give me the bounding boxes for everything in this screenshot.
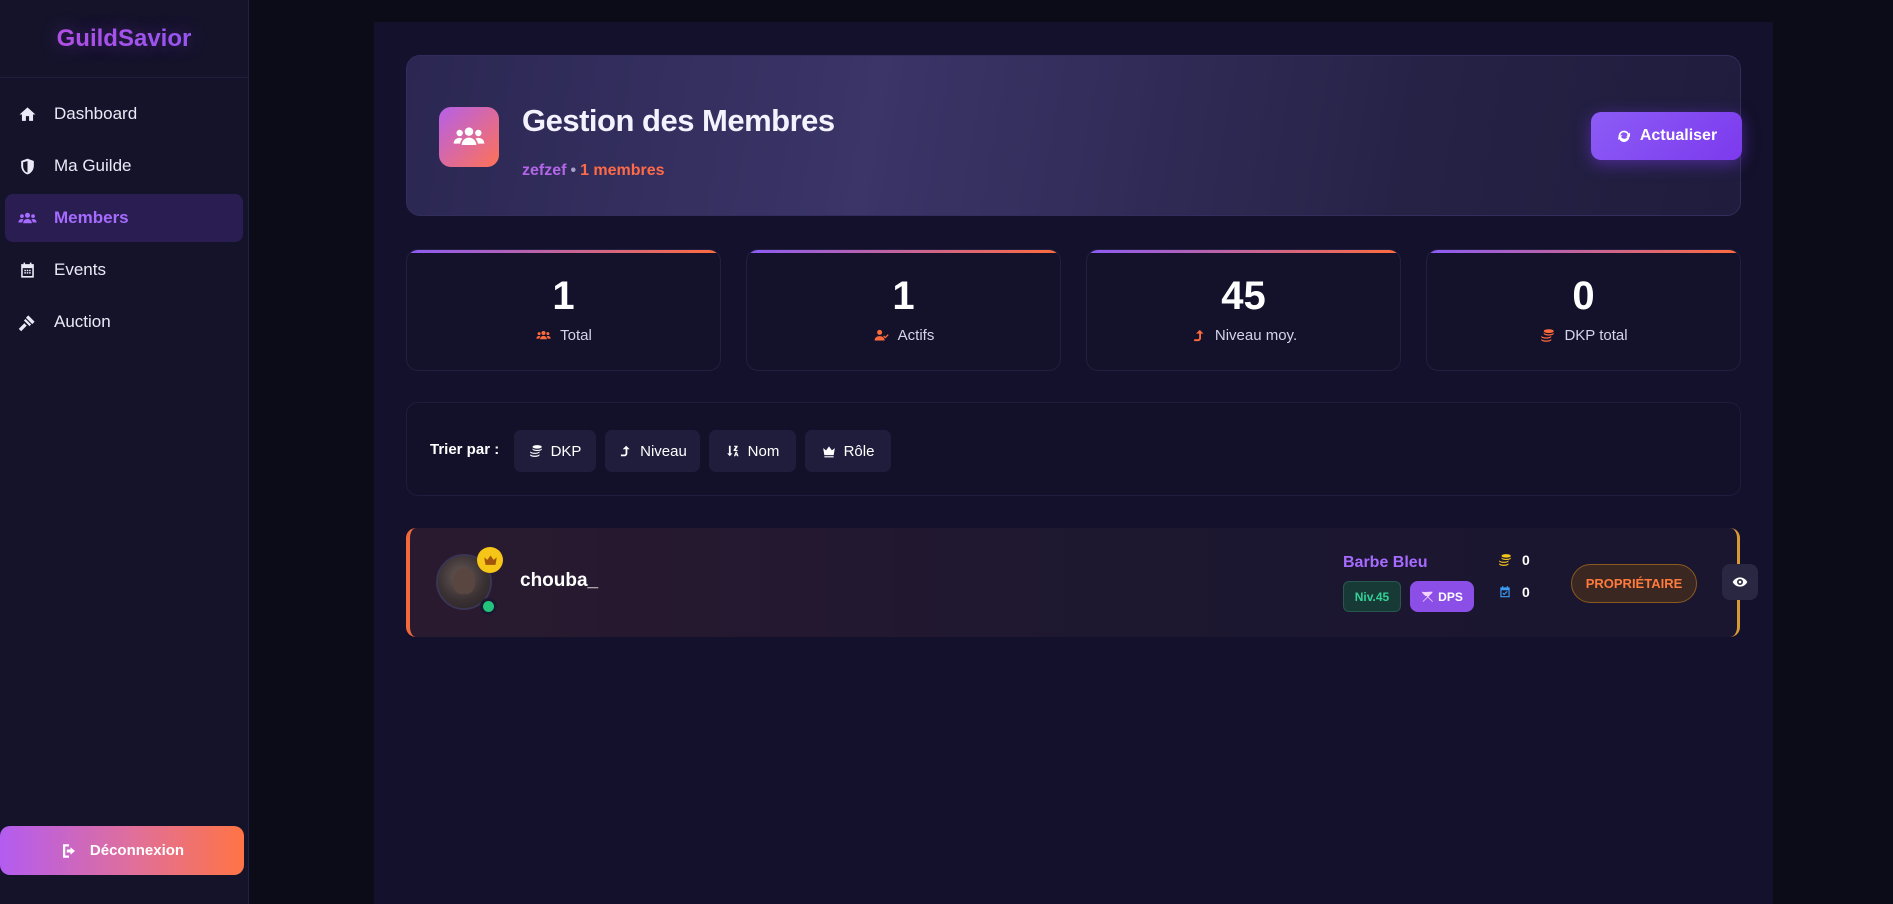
sort-bar: Trier par : DKP Niveau Nom Rôle: [406, 402, 1741, 496]
stat-card-niveau: 45 Niveau moy.: [1086, 249, 1401, 371]
refresh-button[interactable]: Actualiser: [1591, 112, 1742, 160]
member-events: 0: [1498, 584, 1530, 600]
member-username: chouba_: [520, 570, 599, 591]
sidebar-item-label: Auction: [54, 312, 111, 331]
gavel-icon: [16, 311, 38, 333]
sidebar-item-label: Events: [54, 260, 106, 279]
sort-niveau-button[interactable]: Niveau: [605, 430, 700, 472]
view-member-button[interactable]: [1722, 564, 1758, 600]
stat-label-row: Niveau moy.: [1087, 327, 1400, 344]
sign-out-icon: [62, 843, 75, 858]
stat-label: DKP total: [1564, 327, 1628, 344]
refresh-icon: [1617, 130, 1630, 143]
page-title: Gestion des Membres: [522, 103, 835, 138]
refresh-label: Actualiser: [1639, 127, 1718, 144]
user-check-icon: [874, 329, 889, 341]
calendar-icon: [16, 259, 38, 281]
calendar-check-icon: [1500, 586, 1510, 598]
shield-icon: [16, 155, 38, 177]
users-icon: [16, 207, 38, 229]
sort-option-label: Nom: [747, 442, 780, 460]
coins-icon: [1541, 329, 1555, 342]
avatar-face: [453, 568, 475, 594]
sort-label: Trier par :: [430, 441, 500, 458]
member-count: 1 membres: [580, 162, 665, 179]
level-up-icon: [621, 445, 630, 457]
users-icon: [439, 107, 499, 167]
sidebar-nav: Dashboard Ma Guilde Members Events Aucti…: [0, 78, 248, 346]
page-subtitle: zefzef • 1 membres: [522, 162, 665, 180]
stat-label-row: Actifs: [747, 327, 1060, 344]
page-header: Gestion des Membres zefzef • 1 membres Act…: [406, 55, 1742, 216]
sidebar-item-members[interactable]: Members: [5, 194, 243, 242]
coins-icon: [529, 445, 542, 457]
level-up-icon: [1193, 329, 1204, 342]
stat-value: 0: [1572, 274, 1595, 318]
role-label: DPS: [1438, 589, 1463, 604]
sidebar-item-label: Dashboard: [54, 104, 138, 123]
stat-label: Niveau moy.: [1214, 327, 1298, 344]
stat-value: 45: [1221, 274, 1266, 318]
logout-label: Déconnexion: [89, 842, 185, 859]
sort-alpha-icon: [726, 445, 739, 457]
member-row[interactable]: chouba_ Barbe Bleu Niv.45 DPS 0 0 PROPRI…: [406, 528, 1758, 637]
sidebar-item-events[interactable]: Events: [5, 246, 243, 294]
brand-logo[interactable]: GuildSavior: [0, 0, 248, 78]
role-badge: DPS: [1410, 581, 1474, 612]
member-dkp-value: 0: [1522, 552, 1530, 568]
stat-value: 1: [892, 274, 915, 318]
stat-label-row: Total: [407, 327, 720, 344]
stat-card-total: 1 Total: [406, 249, 721, 371]
swords-icon: [1422, 591, 1434, 602]
users-icon: [536, 331, 551, 340]
sort-dkp-button[interactable]: DKP: [514, 430, 596, 472]
sort-option-label: DKP: [550, 442, 582, 460]
sort-option-label: Niveau: [640, 442, 687, 460]
sidebar-item-auction[interactable]: Auction: [5, 298, 243, 346]
online-status-dot: [480, 598, 497, 615]
coins-icon: [1499, 554, 1511, 566]
stat-card-actifs: 1 Actifs: [746, 249, 1061, 371]
sidebar-item-label: Ma Guilde: [54, 156, 132, 175]
member-dkp: 0: [1498, 552, 1530, 568]
stat-card-dkp: 0 DKP total: [1426, 249, 1741, 371]
stat-value: 1: [552, 274, 575, 318]
sidebar: GuildSavior Dashboard Ma Guilde Members …: [0, 0, 249, 904]
sort-role-button[interactable]: Rôle: [805, 430, 891, 472]
crown-icon: [822, 446, 835, 458]
stat-label-row: DKP total: [1427, 327, 1740, 344]
subtitle-separator: •: [570, 162, 577, 179]
character-name: Barbe Bleu: [1343, 554, 1428, 571]
sidebar-item-ma-guilde[interactable]: Ma Guilde: [5, 142, 243, 190]
home-icon: [16, 103, 38, 125]
sidebar-item-label: Members: [54, 208, 129, 227]
crown-icon: [477, 547, 503, 573]
guild-name: zefzef: [522, 162, 567, 179]
eye-icon: [1732, 577, 1748, 587]
sort-option-label: Rôle: [843, 442, 875, 460]
stat-label: Actifs: [897, 327, 935, 344]
main-panel: Gestion des Membres zefzef • 1 membres Act…: [374, 22, 1773, 904]
stats-row: 1 Total 1 Actifs 45 Niveau moy. 0 DKP to…: [406, 249, 1741, 371]
sort-nom-button[interactable]: Nom: [709, 430, 796, 472]
member-events-value: 0: [1522, 584, 1530, 600]
logout-button[interactable]: Déconnexion: [0, 826, 244, 875]
rank-badge: PROPRIÉTAIRE: [1571, 564, 1697, 603]
level-badge: Niv.45: [1343, 581, 1401, 612]
stat-label: Total: [560, 327, 592, 344]
sidebar-item-dashboard[interactable]: Dashboard: [5, 90, 243, 138]
